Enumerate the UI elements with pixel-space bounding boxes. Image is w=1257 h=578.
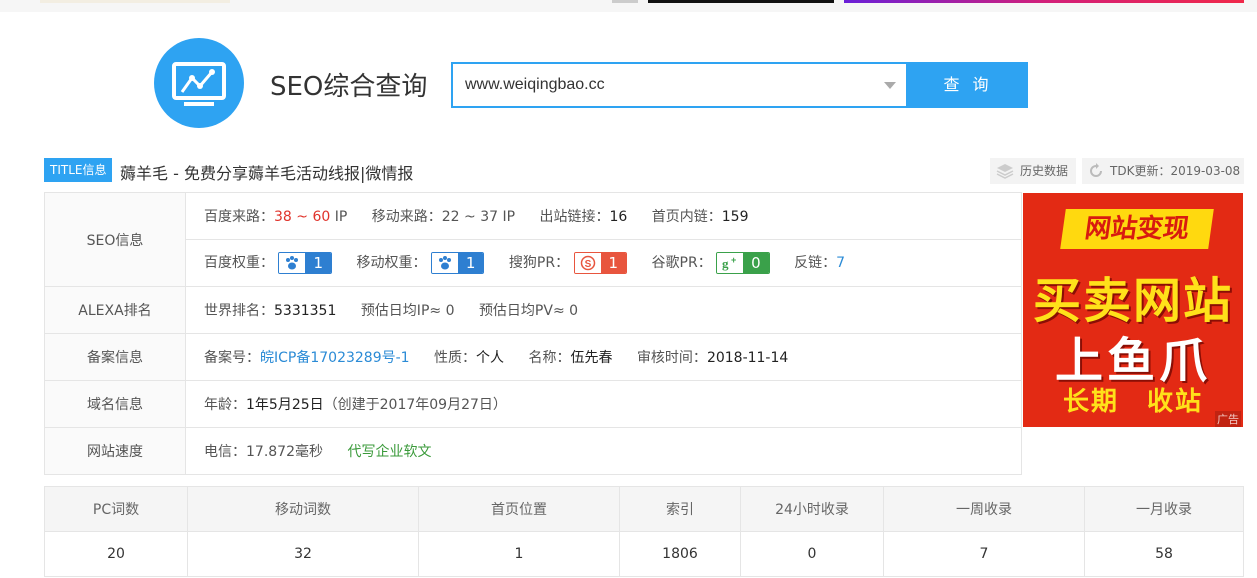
info-table: SEO信息 百度来路：38 ~ 60 IP 移动来路：22 ~ 37 IP 出站… xyxy=(44,192,1022,475)
telecom-speed: 电信：17.872毫秒 xyxy=(204,444,323,460)
stats-value[interactable]: 20 xyxy=(44,531,188,577)
tdk-update[interactable]: TDK更新：2019-03-08 xyxy=(1082,158,1244,184)
icp-cell: 备案号：皖ICP备17023289号-1 性质：个人 名称：伍先春 审核时间：2… xyxy=(185,333,1022,381)
mobile-rank-badge[interactable]: 1 xyxy=(430,252,485,274)
history-data-label: 历史数据 xyxy=(1020,164,1069,178)
ad-banner-title: 网站变现 xyxy=(1060,209,1214,249)
stats-header: 24小时收录 xyxy=(740,486,884,532)
logo[interactable] xyxy=(154,38,244,128)
stats-header: 一月收录 xyxy=(1084,486,1244,532)
sogou-pr-badge[interactable]: S1 xyxy=(573,252,628,274)
backlinks-value[interactable]: 7 xyxy=(836,255,845,271)
google-pr: 谷歌PR： g +0 xyxy=(652,252,775,274)
svg-text:S: S xyxy=(584,259,591,270)
stats-header: PC词数 xyxy=(44,486,188,532)
stats-header: 索引 xyxy=(619,486,741,532)
world-rank-value: 5331351 xyxy=(274,303,337,319)
top-strip-segment xyxy=(844,0,1244,3)
baidu-traffic: 百度来路：38 ~ 60 IP xyxy=(204,209,348,225)
top-strip-segment xyxy=(612,0,638,3)
search-input[interactable] xyxy=(465,64,865,106)
speed-cell: 电信：17.872毫秒 代写企业软文 xyxy=(185,427,1022,475)
icp-type: 性质：个人 xyxy=(434,350,505,366)
stats-header: 一周收录 xyxy=(883,486,1085,532)
softarticle-link[interactable]: 代写企业软文 xyxy=(347,444,431,460)
stats-value-row: 20 32 1 1806 0 7 58 xyxy=(44,531,1244,577)
ad-banner[interactable]: 网站变现 买卖网站 上鱼爪 长期 收站 广告 xyxy=(1023,193,1243,427)
daily-pv: 预估日均PV≈ 0 xyxy=(478,303,579,319)
table-row: ALEXA排名 世界排名：5331351 预估日均IP≈ 0 预估日均PV≈ 0 xyxy=(44,286,1022,334)
icp-label: 备案信息 xyxy=(44,333,186,381)
history-data-button[interactable]: 历史数据 xyxy=(990,158,1076,184)
ad-line-3: 长期 收站 xyxy=(1062,387,1203,417)
table-row: 网站速度 电信：17.872毫秒 代写企业软文 xyxy=(44,427,1022,475)
alexa-cell: 世界排名：5331351 预估日均IP≈ 0 预估日均PV≈ 0 xyxy=(185,286,1022,334)
stats-value[interactable]: 1806 xyxy=(619,531,741,577)
top-strip xyxy=(0,0,1257,12)
stats-header-row: PC词数 移动词数 首页位置 索引 24小时收录 一周收录 一月收录 xyxy=(44,486,1244,532)
table-row: 域名信息 年龄：1年5月25日（创建于2017年09月27日） xyxy=(44,380,1022,428)
google-plus-icon: g + xyxy=(717,253,744,273)
refresh-icon xyxy=(1090,163,1102,177)
baidu-rank: 百度权重： 1 xyxy=(204,252,336,274)
tdk-update-label: TDK更新：2019-03-08 xyxy=(1110,164,1241,178)
domain-label: 域名信息 xyxy=(44,380,186,428)
outlinks: 出站链接：16 xyxy=(539,209,628,225)
search-button[interactable]: 查 询 xyxy=(908,62,1028,108)
dropdown-arrow-icon[interactable] xyxy=(884,82,896,89)
table-row: 备案信息 备案号：皖ICP备17023289号-1 性质：个人 名称：伍先春 审… xyxy=(44,333,1022,381)
baidu-rank-badge[interactable]: 1 xyxy=(278,252,332,274)
icp-name: 名称：伍先春 xyxy=(528,350,613,366)
inlinks-value[interactable]: 159 xyxy=(722,209,749,225)
daily-ip: 预估日均IP≈ 0 xyxy=(360,303,455,319)
alexa-label: ALEXA排名 xyxy=(44,286,186,334)
mobile-traffic: 移动来路：22 ~ 37 IP xyxy=(371,209,516,225)
title-badge: TITLE信息 xyxy=(44,158,113,182)
icp-number-link[interactable]: 皖ICP备17023289号-1 xyxy=(260,350,410,366)
stats-value[interactable]: 0 xyxy=(740,531,884,577)
top-strip-segment xyxy=(648,0,834,3)
stats-header: 首页位置 xyxy=(418,486,620,532)
brand-title: SEO综合查询 xyxy=(270,72,428,102)
search-box[interactable] xyxy=(451,62,908,108)
svg-text:+: + xyxy=(731,255,736,265)
monitor-chart-icon xyxy=(172,62,226,106)
icp-number: 备案号：皖ICP备17023289号-1 xyxy=(204,350,410,366)
icp-date: 审核时间：2018-11-14 xyxy=(636,350,789,366)
speed-label: 网站速度 xyxy=(44,427,186,475)
stats-header: 移动词数 xyxy=(187,486,419,532)
stats-value[interactable]: 1 xyxy=(418,531,620,577)
sogou-icon: S xyxy=(574,253,601,273)
seo-rank-cell: 百度权重： 1 移动权重： 1 搜狗PR： S1 谷歌PR： g +0 反链：7 xyxy=(185,239,1022,287)
seo-traffic-cell: 百度来路：38 ~ 60 IP 移动来路：22 ~ 37 IP 出站链接：16 … xyxy=(185,192,1022,240)
table-row: SEO信息 百度来路：38 ~ 60 IP 移动来路：22 ~ 37 IP 出站… xyxy=(44,192,1022,287)
stats-value[interactable]: 58 xyxy=(1084,531,1244,577)
mobile-rank: 移动权重： 1 xyxy=(356,252,488,274)
page-title: 薅羊毛 - 免费分享薅羊毛活动线报|微情报 xyxy=(120,164,414,183)
sogou-pr: 搜狗PR： S1 xyxy=(509,252,632,274)
layers-icon xyxy=(996,164,1014,179)
stats-value[interactable]: 7 xyxy=(883,531,1085,577)
domain-cell: 年龄：1年5月25日（创建于2017年09月27日） xyxy=(185,380,1022,428)
baidu-traffic-value[interactable]: 38 ~ 60 xyxy=(274,209,330,225)
paw-icon xyxy=(279,253,306,273)
mobile-traffic-value[interactable]: 22 ~ 37 IP xyxy=(442,209,515,225)
ad-tag: 广告 xyxy=(1215,411,1241,427)
outlinks-value[interactable]: 16 xyxy=(609,209,627,225)
world-rank: 世界排名：5331351 xyxy=(204,303,337,319)
google-pr-badge[interactable]: g +0 xyxy=(716,252,770,274)
backlinks: 反链：7 xyxy=(794,255,846,271)
stats-value[interactable]: 32 xyxy=(187,531,419,577)
table-row: 百度权重： 1 移动权重： 1 搜狗PR： S1 谷歌PR： g +0 反链：7 xyxy=(45,239,1022,287)
top-strip-segment xyxy=(40,0,230,3)
seo-info-label: SEO信息 xyxy=(44,192,186,287)
inlinks: 首页内链：159 xyxy=(651,209,749,225)
svg-text:g: g xyxy=(722,256,729,271)
stats-table: PC词数 移动词数 首页位置 索引 24小时收录 一周收录 一月收录 20 32… xyxy=(44,486,1244,577)
domain-age: 年龄：1年5月25日（创建于2017年09月27日） xyxy=(204,397,507,413)
paw-icon xyxy=(431,253,458,273)
